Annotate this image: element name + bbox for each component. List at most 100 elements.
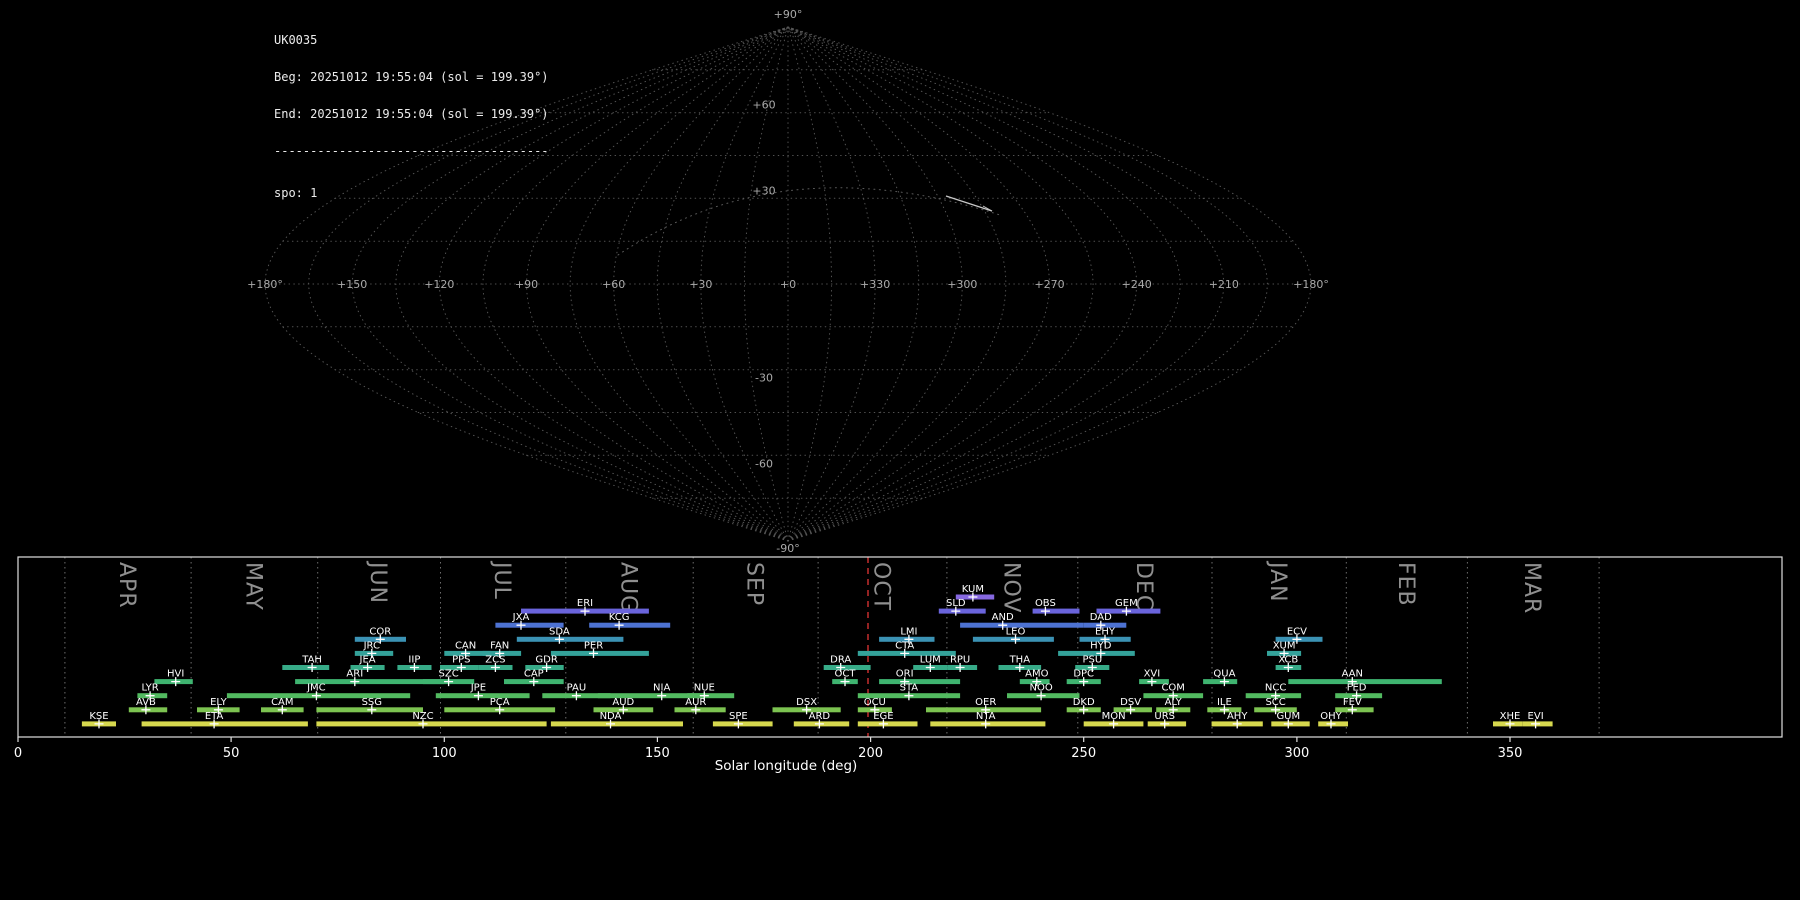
pole-label-south: -90°	[776, 542, 799, 555]
shower-label-EGE: EGE	[873, 711, 893, 722]
shower-label-GEM: GEM	[1115, 598, 1138, 609]
lon-label-0: +180°	[247, 278, 283, 291]
x-tick-label-300: 300	[1284, 746, 1309, 761]
shower-label-SSG: SSG	[362, 697, 382, 708]
shower-label-LEO: LEO	[1006, 626, 1026, 637]
shower-label-PER: PER	[584, 640, 603, 651]
separator-line: --------------------------------------	[274, 144, 549, 159]
month-label-MAR: MAR	[1519, 562, 1544, 614]
shower-label-JPE: JPE	[470, 683, 486, 694]
shower-label-CTA: CTA	[895, 640, 914, 651]
lat-label-+30: +30	[752, 184, 775, 197]
shower-label-JRC: JRC	[363, 640, 380, 651]
shower-bar-ETA	[141, 721, 308, 727]
shower-label-XUM: XUM	[1273, 640, 1296, 651]
shower-label-SLD: SLD	[946, 598, 966, 609]
lon-label-11: +210	[1209, 278, 1239, 291]
shower-bar-SDA	[516, 636, 624, 642]
shower-label-SZC: SZC	[439, 669, 459, 680]
shower-label-ILE: ILE	[1217, 697, 1232, 708]
shower-label-COM: COM	[1161, 683, 1184, 694]
shower-label-AHY: AHY	[1227, 711, 1248, 722]
shower-label-ERI: ERI	[577, 598, 593, 609]
lon-label-12: +180°	[1293, 278, 1329, 291]
shower-bar-TAH	[282, 665, 330, 670]
shower-label-OHY: OHY	[1320, 711, 1342, 722]
shower-bar-OBS	[1032, 608, 1080, 614]
shower-label-KUM: KUM	[962, 584, 984, 595]
info-header: UK0035 Beg: 20251012 19:55:04 (sol = 199…	[274, 9, 549, 224]
shower-label-AND: AND	[992, 612, 1014, 623]
shower-label-SPE: SPE	[729, 711, 748, 722]
shower-label-KCG: KCG	[609, 612, 630, 623]
lon-label-10: +240	[1122, 278, 1152, 291]
shower-label-EHY: EHY	[1095, 626, 1116, 637]
shower-label-DSX: DSX	[796, 697, 817, 708]
shower-label-AUD: AUD	[612, 697, 634, 708]
shower-label-NCC: NCC	[1265, 683, 1286, 694]
shower-label-HVI: HVI	[167, 669, 184, 680]
shower-label-SCC: SCC	[1265, 697, 1285, 708]
shower-label-ECV: ECV	[1287, 626, 1307, 637]
shower-label-JEA: JEA	[359, 655, 376, 666]
shower-label-QUA: QUA	[1213, 669, 1235, 680]
shower-label-LYR: LYR	[141, 683, 158, 694]
shower-label-NIA: NIA	[653, 683, 670, 694]
lon-label-2: +120	[424, 278, 454, 291]
shower-label-COR: COR	[369, 626, 391, 637]
shower-label-OER: OER	[975, 697, 996, 708]
activity-chart: APR MAY JUN JUL AUG SEP OCT NOV DEC JAN FEB MARKUME…	[14, 556, 1783, 774]
month-label-OCT: OCT	[869, 562, 894, 611]
shower-label-NTA: NTA	[976, 711, 996, 722]
shower-label-PCA: PCA	[490, 697, 510, 708]
celestial-equator-arc	[617, 187, 1001, 256]
lat-label--30: -30	[755, 372, 773, 385]
shower-label-NUE: NUE	[694, 683, 715, 694]
station-id: UK0035	[274, 32, 318, 47]
lon-label-5: +30	[689, 278, 712, 291]
lon-label-4: +60	[602, 278, 625, 291]
shower-label-FEV: FEV	[1343, 697, 1362, 708]
shower-label-CAP: CAP	[524, 669, 544, 680]
pole-label-north: +90°	[774, 8, 803, 21]
shower-label-JMC: JMC	[306, 683, 326, 694]
meteor-count-line: spo: 1	[274, 185, 318, 200]
shower-label-PSU: PSU	[1082, 655, 1102, 666]
shower-label-EVI: EVI	[1528, 711, 1544, 722]
x-tick-label-350: 350	[1498, 746, 1523, 761]
shower-label-PAU: PAU	[567, 683, 587, 694]
lat-label--60: -60	[755, 457, 773, 470]
shower-label-XHE: XHE	[1500, 711, 1521, 722]
shower-label-AAN: AAN	[1342, 669, 1363, 680]
shower-label-NZC: NZC	[412, 711, 433, 722]
lon-label-7: +330	[860, 278, 890, 291]
shower-label-AMO: AMO	[1025, 669, 1048, 680]
x-tick-label-200: 200	[858, 746, 883, 761]
shower-label-ALY: ALY	[1165, 697, 1183, 708]
month-label-MAY: MAY	[240, 562, 265, 611]
month-label-AUG: AUG	[616, 562, 641, 613]
lon-label-9: +270	[1034, 278, 1064, 291]
shower-label-STA: STA	[900, 683, 919, 694]
shower-label-ORI: ORI	[896, 669, 914, 680]
month-label-APR: APR	[114, 562, 139, 609]
shower-label-AUR: AUR	[685, 697, 706, 708]
shower-label-OBS: OBS	[1035, 598, 1056, 609]
shower-label-GUM: GUM	[1276, 711, 1300, 722]
x-tick-label-150: 150	[645, 746, 670, 761]
shower-bar-KCG	[589, 622, 671, 628]
shower-label-NOO: NOO	[1029, 683, 1052, 694]
shower-label-DAD: DAD	[1090, 612, 1112, 623]
x-tick-label-250: 250	[1071, 746, 1096, 761]
shower-bar-NZC	[316, 721, 547, 727]
shower-label-CAM: CAM	[271, 697, 293, 708]
shower-bar-NDA	[550, 721, 683, 727]
shower-label-OCU: OCU	[864, 697, 886, 708]
shower-label-AVB: AVB	[136, 697, 156, 708]
month-label-JUL: JUL	[489, 560, 514, 600]
month-label-JUN: JUN	[365, 560, 390, 604]
shower-label-SDA: SDA	[549, 626, 570, 637]
month-label-NOV: NOV	[998, 562, 1023, 613]
shower-label-THA: THA	[1009, 655, 1031, 666]
lon-label-8: +300	[947, 278, 977, 291]
